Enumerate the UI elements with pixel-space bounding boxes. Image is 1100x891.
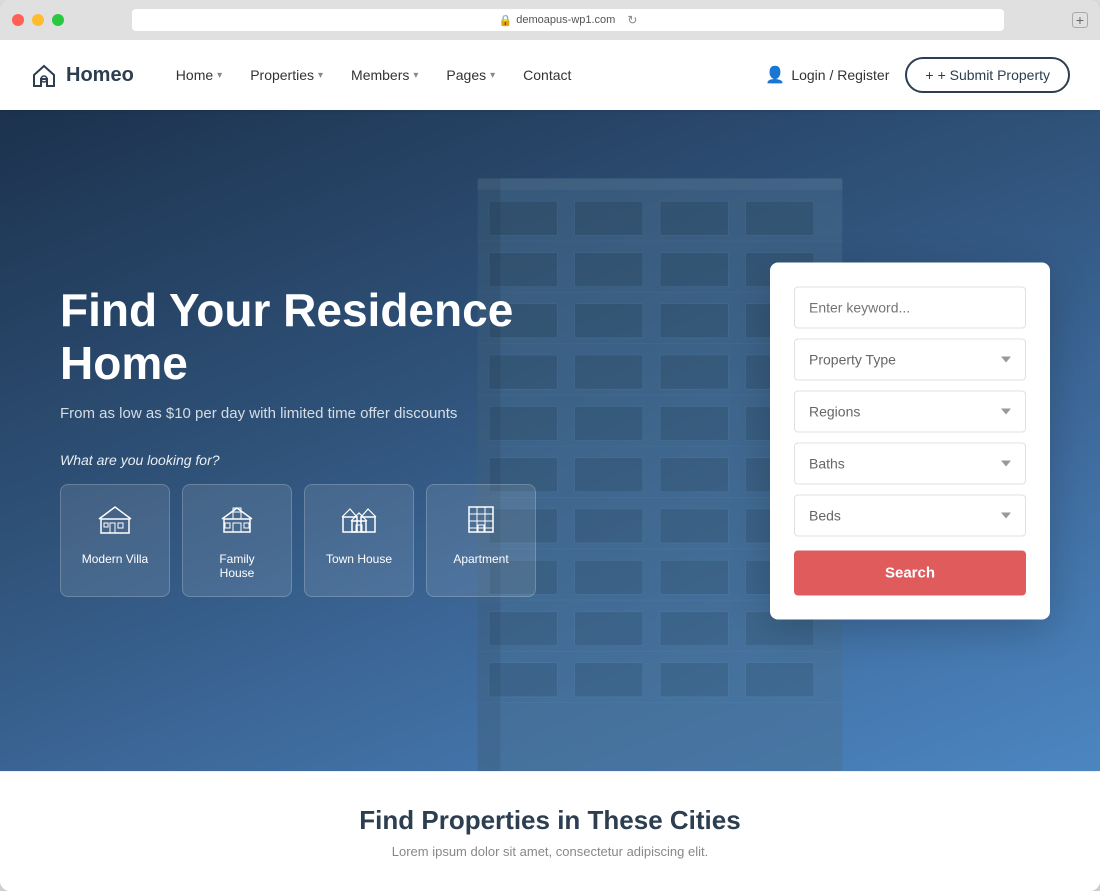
user-icon: 👤: [765, 65, 785, 85]
bottom-subtitle: Lorem ipsum dolor sit amet, consectetur …: [392, 844, 708, 859]
browser-window: 🔒 demoapus-wp1.com ↻ + Homeo Home ▾: [0, 0, 1100, 891]
nav-item-contact[interactable]: Contact: [511, 59, 583, 91]
what-looking-label: What are you looking for?: [60, 452, 560, 468]
nav-links: Home ▾ Properties ▾ Members ▾ Pages ▾ Co…: [164, 59, 766, 91]
nav-item-members[interactable]: Members ▾: [339, 59, 430, 91]
logo-text: Homeo: [66, 64, 134, 87]
property-types-grid: Modern Villa: [60, 484, 560, 597]
search-panel: Property Type Apartment House Villa Town…: [770, 262, 1050, 619]
baths-select[interactable]: Baths 1 2 3 4+: [794, 442, 1026, 484]
family-house-label: Family House: [203, 552, 271, 580]
property-type-select[interactable]: Property Type Apartment House Villa Town…: [794, 338, 1026, 380]
bottom-section: Find Properties in These Cities Lorem ip…: [0, 771, 1100, 891]
minimize-button[interactable]: [32, 14, 44, 26]
hero-title: Find Your Residence Home: [60, 284, 560, 390]
hero-subtitle: From as low as $10 per day with limited …: [60, 405, 560, 422]
regions-select[interactable]: Regions New York Los Angeles Chicago: [794, 390, 1026, 432]
hero-section: Find Your Residence Home From as low as …: [0, 110, 1100, 771]
logo-icon: [30, 61, 58, 89]
hero-content: Find Your Residence Home From as low as …: [0, 284, 620, 598]
modern-villa-icon: [81, 501, 149, 544]
nav-item-home[interactable]: Home ▾: [164, 59, 234, 91]
lock-icon: 🔒: [499, 14, 513, 27]
address-bar[interactable]: 🔒 demoapus-wp1.com ↻: [132, 9, 1004, 31]
dropdown-arrow: ▾: [413, 70, 418, 81]
new-tab-button[interactable]: +: [1072, 12, 1088, 28]
refresh-icon[interactable]: ↻: [627, 13, 637, 27]
keyword-input[interactable]: [794, 286, 1026, 328]
close-button[interactable]: [12, 14, 24, 26]
town-house-icon: [325, 501, 393, 544]
apartment-icon: [447, 501, 515, 544]
property-type-modern-villa[interactable]: Modern Villa: [60, 484, 170, 597]
url-text: demoapus-wp1.com: [516, 14, 615, 26]
town-house-label: Town House: [325, 552, 393, 566]
modern-villa-label: Modern Villa: [81, 552, 149, 566]
nav-item-pages[interactable]: Pages ▾: [434, 59, 507, 91]
search-button[interactable]: Search: [794, 550, 1026, 595]
submit-property-button[interactable]: + + Submit Property: [905, 57, 1070, 93]
maximize-button[interactable]: [52, 14, 64, 26]
family-house-icon: [203, 501, 271, 544]
property-type-apartment[interactable]: Apartment: [426, 484, 536, 597]
browser-titlebar: 🔒 demoapus-wp1.com ↻ +: [0, 0, 1100, 40]
plus-icon: +: [925, 67, 933, 83]
nav-right: 👤 Login / Register + + Submit Property: [765, 57, 1070, 93]
dropdown-arrow: ▾: [217, 70, 222, 81]
nav-item-properties[interactable]: Properties ▾: [238, 59, 335, 91]
logo[interactable]: Homeo: [30, 61, 134, 89]
apartment-label: Apartment: [447, 552, 515, 566]
beds-select[interactable]: Beds 1 2 3 4+: [794, 494, 1026, 536]
dropdown-arrow: ▾: [490, 70, 495, 81]
property-type-family-house[interactable]: Family House: [182, 484, 292, 597]
login-button[interactable]: 👤 Login / Register: [765, 65, 889, 85]
navbar: Homeo Home ▾ Properties ▾ Members ▾ Page…: [0, 40, 1100, 110]
website-content: Homeo Home ▾ Properties ▾ Members ▾ Page…: [0, 40, 1100, 891]
bottom-title: Find Properties in These Cities: [359, 805, 740, 836]
property-type-town-house[interactable]: Town House: [304, 484, 414, 597]
dropdown-arrow: ▾: [318, 70, 323, 81]
